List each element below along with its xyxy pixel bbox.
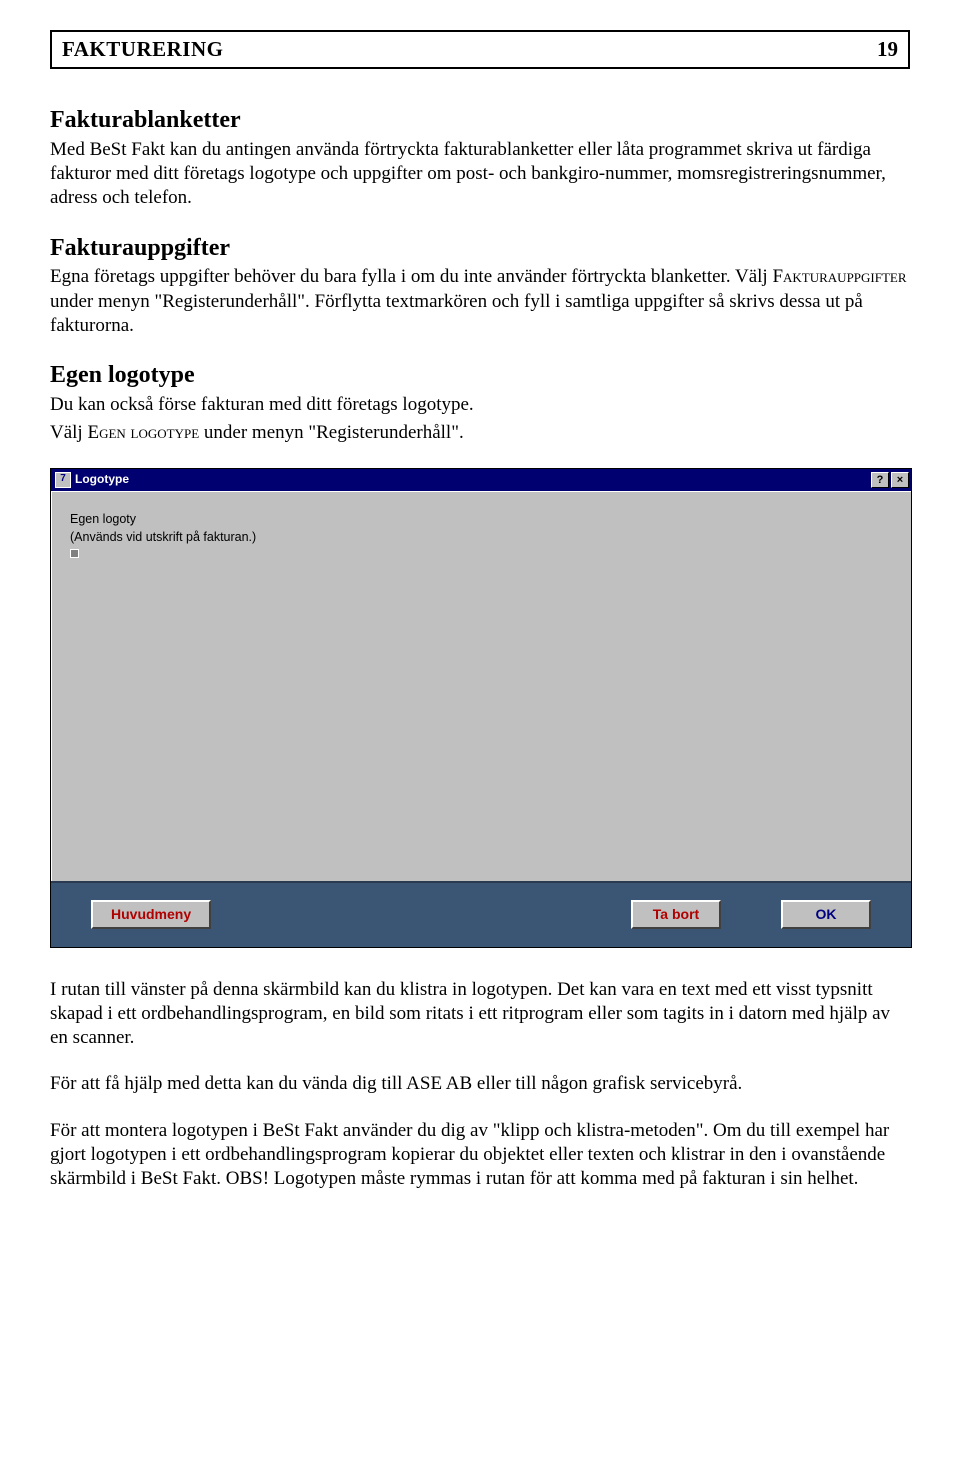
section-egen-logotype: Egen logotype Du kan också förse faktura… [50, 360, 910, 445]
dialog-window: 7 Logotype ? × Egen logoty (Används vid … [50, 468, 912, 948]
titlebar[interactable]: 7 Logotype ? × [51, 469, 911, 491]
huvudmeny-button[interactable]: Huvudmeny [91, 900, 211, 930]
dialog-footer: Huvudmeny Ta bort OK [51, 881, 911, 947]
label-text: Egen logoty [70, 510, 893, 529]
ok-button[interactable]: OK [781, 900, 871, 930]
body-text: Med BeSt Fakt kan du antingen använda fö… [50, 138, 910, 211]
close-button[interactable]: × [891, 472, 909, 488]
ta-bort-button[interactable]: Ta bort [631, 900, 721, 930]
body-text: I rutan till vänster på denna skärmbild … [50, 978, 910, 1051]
page-number: 19 [877, 36, 898, 63]
body-text: För att få hjälp med detta kan du vända … [50, 1072, 910, 1096]
page-header: FAKTURERING 19 [50, 30, 910, 69]
smallcaps-text: Fakturauppgifter [772, 266, 906, 287]
help-icon: ? [877, 473, 884, 487]
dialog-body: Egen logoty (Används vid utskrift på fak… [51, 491, 911, 881]
body-text: Välj Egen logotype under menyn "Register… [50, 421, 910, 445]
page-title: FAKTURERING [62, 36, 223, 63]
heading-fakturablanketter: Fakturablanketter [50, 105, 910, 136]
hint-text: (Används vid utskrift på fakturan.) [70, 528, 893, 547]
heading-fakturauppgifter: Fakturauppgifter [50, 233, 910, 264]
section-fakturablanketter: Fakturablanketter Med BeSt Fakt kan du a… [50, 105, 910, 211]
heading-egen-logotype: Egen logotype [50, 360, 910, 391]
section-fakturauppgifter: Fakturauppgifter Egna företags uppgifter… [50, 233, 910, 339]
smallcaps-text: Egen logotype [87, 422, 199, 443]
body-text: För att montera logotypen i BeSt Fakt an… [50, 1119, 910, 1192]
app-icon: 7 [55, 472, 71, 488]
help-button[interactable]: ? [871, 472, 889, 488]
selection-handle-icon[interactable] [70, 549, 79, 558]
close-icon: × [897, 473, 903, 487]
body-text: Du kan också förse fakturan med ditt för… [50, 393, 910, 417]
window-title: Logotype [75, 472, 869, 487]
body-text: Egna företags uppgifter behöver du bara … [50, 265, 910, 338]
